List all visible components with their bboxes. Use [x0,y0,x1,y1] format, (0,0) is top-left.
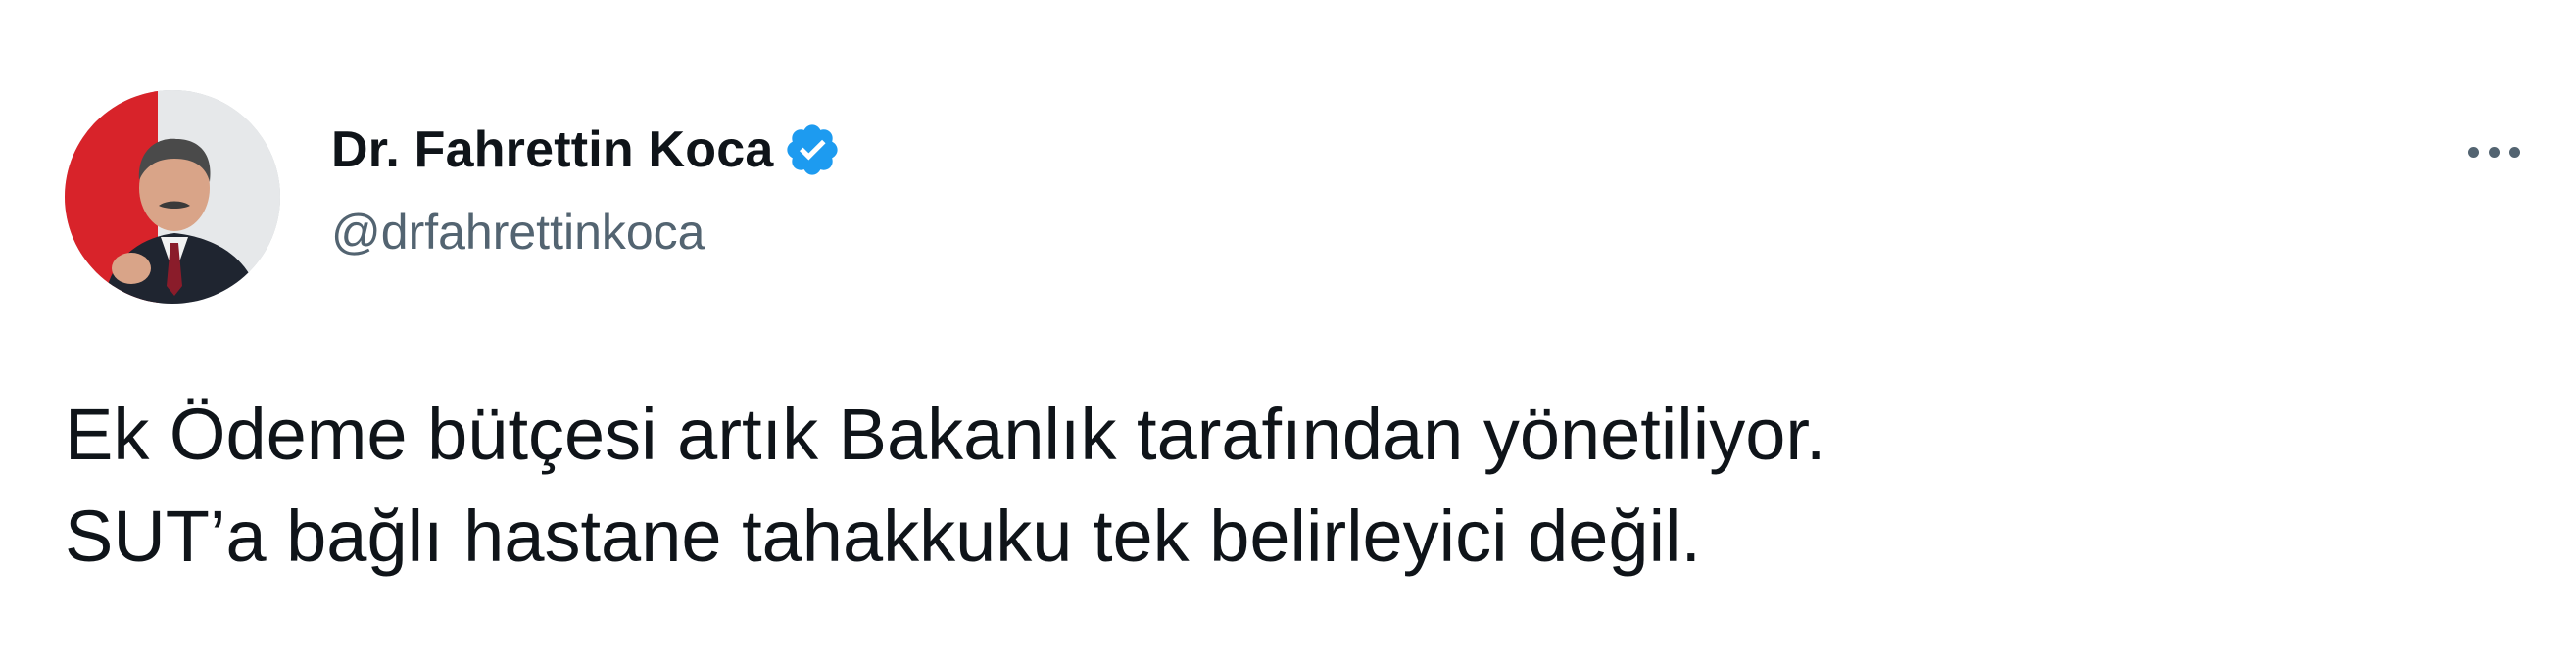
more-options-icon-dot [2488,146,2500,158]
more-options-button[interactable] [2450,118,2538,186]
author-name-row: Dr. Fahrettin Koca [331,116,842,184]
tweet-card: Dr. Fahrettin Koca @drfahrettinkoca Ek Ö… [0,0,2576,661]
avatar-photo [65,90,280,304]
tweet-text: Ek Ödeme bütçesi artık Bakanlık tarafınd… [65,384,2514,588]
avatar[interactable] [65,90,280,304]
tweet-text-line: Ek Ödeme bütçesi artık Bakanlık tarafınd… [65,394,1826,475]
more-options-icon-dot [2508,146,2520,158]
verified-badge-icon [783,120,842,179]
tweet-text-line: SUT’a bağlı hastane tahakkuku tek belirl… [65,496,1702,577]
more-options-icon [2467,146,2479,158]
author-display-name[interactable]: Dr. Fahrettin Koca [331,120,773,179]
author-handle[interactable]: @drfahrettinkoca [331,204,705,260]
